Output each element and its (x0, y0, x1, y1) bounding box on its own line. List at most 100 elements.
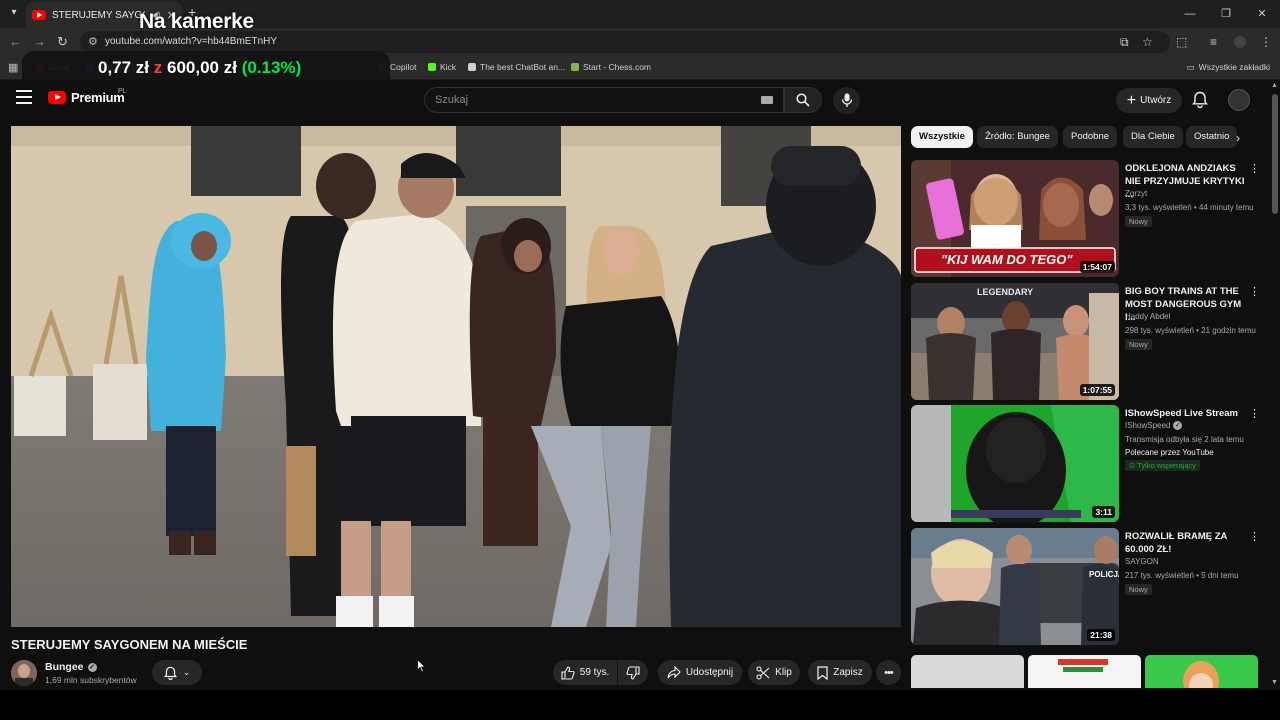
forward-icon[interactable]: → (33, 34, 46, 49)
video-player[interactable] (11, 126, 901, 627)
channel-name-text[interactable]: Haddy Abdel (1125, 312, 1170, 321)
browser-menu-icon[interactable]: ⋮ (1260, 35, 1272, 49)
restore-icon[interactable]: ❐ (1208, 0, 1244, 28)
recommendation-item[interactable]: "KIJ WAM DO TEGO" 1:54:07 ODKLEJONA ANDZ… (911, 160, 1261, 278)
bookmark-star-icon[interactable]: ☆ (1142, 35, 1153, 49)
video-thumbnail[interactable]: 3:11 (911, 405, 1119, 522)
share-label: Udostępnij (685, 667, 734, 678)
save-button[interactable]: Zapisz (808, 660, 872, 685)
channel-avatar[interactable] (11, 660, 37, 686)
window-controls: — ❐ ✕ (1172, 0, 1280, 28)
back-icon[interactable]: ← (9, 34, 22, 49)
account-avatar[interactable] (1228, 89, 1250, 111)
short-thumbnail[interactable] (1145, 655, 1258, 688)
reload-icon[interactable]: ↻ (57, 34, 68, 50)
minimize-icon[interactable]: — (1172, 0, 1208, 28)
recommendation-channel[interactable]: Haddy Abdel (1125, 312, 1170, 321)
cast-icon[interactable]: ⧉ (1120, 35, 1129, 50)
keyboard-icon[interactable] (761, 96, 773, 104)
clip-label: Klip (775, 667, 792, 678)
scroll-up-arrow-icon[interactable]: ▲ (1271, 82, 1278, 89)
youtube-header: Premium PL Szukaj + Utwórz (0, 81, 1270, 119)
hamburger-menu-icon[interactable] (16, 90, 32, 104)
more-horizontal-icon: ••• (884, 666, 894, 679)
short-image (1183, 661, 1219, 688)
reading-list-icon[interactable]: ≡ (1210, 35, 1217, 49)
channel-name-text[interactable]: SAYGON (1125, 557, 1159, 566)
thumbnail-image (911, 283, 1119, 400)
clip-button[interactable]: Klip (748, 660, 800, 685)
more-vertical-icon[interactable]: ⋮ (1249, 285, 1260, 298)
chevron-down-icon: ⌄ (182, 667, 191, 677)
video-thumbnail[interactable]: LEGENDARY 1:07:55 (911, 283, 1119, 400)
youtube-logo[interactable]: Premium (48, 90, 125, 105)
recommendation-title[interactable]: IShowSpeed Live Stream (1125, 407, 1247, 420)
chip-source[interactable]: Źródło: Bungee (977, 126, 1058, 148)
thumbs-up-icon (561, 665, 575, 680)
avatar-image-icon (11, 660, 37, 686)
youtube-logo-icon (48, 91, 66, 104)
recommendation-item[interactable]: 3:11 IShowSpeed Live Stream IShowSpeed ✓… (911, 405, 1261, 523)
bookmark-item[interactable]: Start - Chess.com (571, 62, 651, 72)
profile-icon[interactable] (1234, 36, 1246, 48)
close-window-icon[interactable]: ✕ (1244, 0, 1280, 28)
like-button[interactable]: 59 tys. (553, 660, 617, 685)
channel-name-text[interactable]: Bungee (45, 661, 84, 673)
new-badge: Nowy (1125, 216, 1152, 227)
more-vertical-icon[interactable]: ⋮ (1249, 162, 1260, 175)
dislike-button[interactable] (618, 660, 648, 685)
chip-recent[interactable]: Ostatnio (1186, 126, 1238, 148)
recommendation-channel[interactable]: Zgrzyt (1125, 189, 1147, 198)
subscription-notifications-button[interactable]: ⌄ (152, 660, 202, 685)
share-button[interactable]: Udostępnij (658, 660, 742, 685)
bottom-letterbox (0, 690, 1280, 720)
video-thumbnail[interactable]: "KIJ WAM DO TEGO" 1:54:07 (911, 160, 1119, 277)
bookmark-item[interactable]: Kick (428, 62, 456, 72)
recommendation-meta: 298 tys. wyświetleń • 21 godzin temu (1125, 326, 1256, 335)
recommendation-title[interactable]: ROZWALIŁ BRAMĘ ZA 60.000 ZŁ! (1125, 530, 1247, 556)
recommendation-item[interactable]: LEGENDARY 1:07:55 BIG BOY TRAINS AT THE … (911, 283, 1261, 401)
scrollbar-thumb[interactable] (1272, 94, 1278, 214)
youtube-favicon-icon (32, 10, 46, 20)
more-vertical-icon[interactable]: ⋮ (1249, 530, 1260, 543)
recommendation-channel[interactable]: IShowSpeed ✓ (1125, 421, 1183, 430)
more-actions-button[interactable]: ••• (876, 660, 901, 685)
search-button[interactable] (784, 87, 822, 113)
apps-grid-icon[interactable]: ▦ (8, 61, 18, 74)
video-frame (11, 126, 901, 627)
recommendation-channel[interactable]: SAYGON (1125, 557, 1159, 566)
search-input[interactable]: Szukaj (424, 87, 784, 113)
channel-name[interactable]: Bungee ✓ (45, 661, 97, 673)
recommendation-meta: 3,3 tys. wyświetleń • 44 minuty temu (1125, 203, 1254, 212)
voice-search-button[interactable] (833, 87, 860, 114)
recommendation-meta: 217 tys. wyświetleń • 5 dni temu (1125, 571, 1239, 580)
chevron-right-icon[interactable]: › (1236, 131, 1240, 145)
video-thumbnail[interactable]: POLICJA 21:38 (911, 528, 1119, 645)
like-count: 59 tys. (579, 667, 610, 678)
new-badge: Nowy (1125, 584, 1152, 595)
thumbnail-image (911, 405, 1119, 522)
site-info-icon[interactable]: ⚙ (88, 35, 98, 48)
chip-for-you[interactable]: Dla Ciebie (1123, 126, 1183, 148)
thumbnail-caption: "KIJ WAM DO TEGO" (941, 252, 1073, 267)
short-thumbnail[interactable] (911, 655, 1024, 688)
scroll-down-arrow-icon[interactable]: ▼ (1271, 679, 1278, 686)
notifications-bell-icon[interactable] (1192, 91, 1208, 108)
verified-check-icon: ✓ (87, 662, 97, 672)
short-thumbnail[interactable] (1028, 655, 1141, 688)
chip-all[interactable]: Wszystkie (911, 126, 973, 148)
channel-name-text[interactable]: Zgrzyt (1125, 189, 1147, 198)
url-field[interactable]: ⚙ youtube.com/watch?v=hb44BmETnHY (80, 31, 1170, 53)
create-label: Utwórz (1140, 95, 1172, 106)
more-vertical-icon[interactable]: ⋮ (1249, 407, 1260, 420)
channel-name-text[interactable]: IShowSpeed (1125, 421, 1170, 430)
tab-search-icon[interactable]: ▾ (6, 5, 22, 21)
chip-similar[interactable]: Podobne (1063, 126, 1118, 148)
page-scrollbar[interactable] (1270, 81, 1280, 690)
extensions-icon[interactable]: ⬚ (1176, 35, 1187, 49)
create-button[interactable]: + Utwórz (1116, 88, 1182, 113)
bookmark-item[interactable]: The best ChatBot an... (468, 62, 565, 72)
all-bookmarks[interactable]: ▭ Wszystkie zakładki (1187, 62, 1270, 73)
recommendation-item[interactable]: POLICJA 21:38 ROZWALIŁ BRAMĘ ZA 60.000 Z… (911, 528, 1261, 646)
url-text[interactable]: youtube.com/watch?v=hb44BmETnHY (105, 36, 277, 47)
